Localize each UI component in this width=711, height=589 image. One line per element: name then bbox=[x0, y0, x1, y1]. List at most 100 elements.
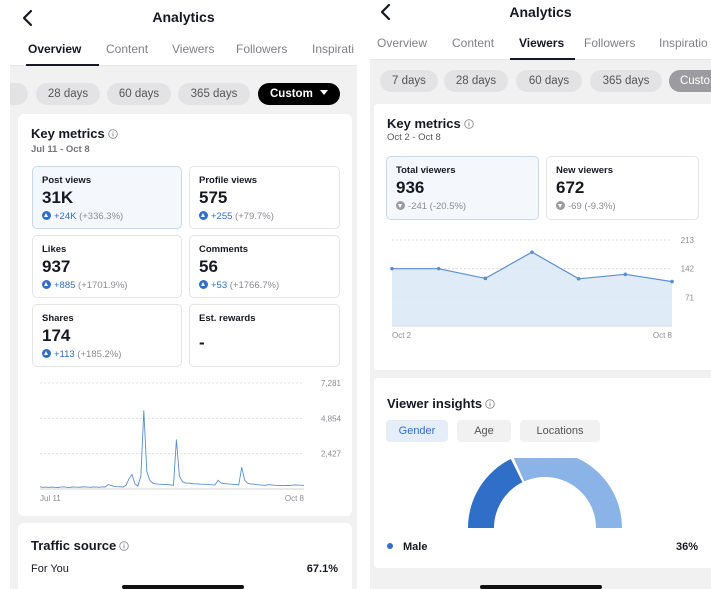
delta-percent: (-20.5%) bbox=[429, 201, 467, 212]
info-icon[interactable] bbox=[107, 129, 118, 139]
viewer-insights-title: Viewer insights bbox=[387, 396, 483, 411]
metric-comments[interactable]: Comments 56 +53 (+1766.7%) bbox=[189, 235, 340, 298]
y-tick-label: 213 bbox=[681, 236, 695, 245]
metric-delta: +53 (+1766.7%) bbox=[199, 280, 279, 291]
metric-value: 672 bbox=[556, 178, 585, 197]
left-screen: Analytics Overview Content Viewers Follo… bbox=[10, 0, 357, 589]
y-tick-label: 2,427 bbox=[321, 450, 342, 459]
info-icon[interactable] bbox=[119, 541, 130, 551]
pill-28-days[interactable]: 28 days bbox=[36, 83, 100, 105]
pill-7-days[interactable]: 7 days bbox=[380, 70, 438, 92]
metric-delta: -69 (-9.3%) bbox=[556, 201, 616, 212]
segment-age[interactable]: Age bbox=[457, 420, 511, 442]
key-metrics-title: Key metrics bbox=[31, 126, 105, 141]
pill-365-days[interactable]: 365 days bbox=[590, 70, 662, 92]
legend-label: Male bbox=[403, 541, 428, 553]
data-point bbox=[670, 279, 674, 284]
tab-overview[interactable]: Overview bbox=[28, 42, 81, 56]
key-metrics-heading: Key metrics bbox=[31, 126, 118, 141]
y-tick-label: 71 bbox=[685, 293, 694, 302]
tab-inspiration[interactable]: Inspirati bbox=[312, 42, 354, 56]
page-title: Analytics bbox=[152, 9, 215, 25]
active-tab-indicator bbox=[510, 58, 575, 60]
info-icon[interactable] bbox=[463, 119, 474, 129]
metric-label: Est. rewards bbox=[199, 313, 256, 324]
caret-down-icon bbox=[320, 90, 328, 95]
left-tab-bar: Overview Content Viewers Followers Inspi… bbox=[10, 36, 357, 66]
data-point bbox=[483, 276, 488, 281]
tab-followers[interactable]: Followers bbox=[584, 36, 635, 50]
metric-value: 174 bbox=[42, 326, 71, 345]
tab-viewers[interactable]: Viewers bbox=[519, 36, 564, 50]
y-tick-label: 142 bbox=[681, 265, 695, 274]
data-point bbox=[623, 272, 628, 277]
viewer-insights-card: Viewer insights Gender Age Locations Mal… bbox=[374, 378, 711, 568]
right-tab-bar: Overview Content Viewers Followers Inspi… bbox=[370, 30, 711, 60]
metric-shares[interactable]: Shares 174 +113 (+185.2%) bbox=[32, 304, 182, 367]
segment-gender[interactable]: Gender bbox=[386, 420, 448, 442]
metric-label: Comments bbox=[199, 244, 249, 255]
metric-new-viewers[interactable]: New viewers 672 -69 (-9.3%) bbox=[546, 156, 699, 220]
viewer-insights-heading: Viewer insights bbox=[387, 396, 495, 411]
viewers-chart: 71 142 213 Oct 2 Oct 8 bbox=[390, 236, 695, 340]
metric-post-views[interactable]: Post views 31K +24K (+336.3%) bbox=[32, 166, 182, 229]
delta-value: -241 bbox=[408, 201, 428, 212]
tab-viewers[interactable]: Viewers bbox=[172, 42, 214, 56]
arrow-up-icon bbox=[199, 211, 208, 220]
metric-value: 56 bbox=[199, 257, 218, 276]
key-metrics-card: Key metrics Oct 2 - Oct 8 Total viewers … bbox=[374, 104, 711, 370]
metric-profile-views[interactable]: Profile views 575 +255 (+79.7%) bbox=[189, 166, 340, 229]
traffic-source-card: Traffic source For You 67.1% bbox=[18, 523, 352, 589]
data-point bbox=[530, 250, 534, 254]
right-screen: Analytics Overview Content Viewers Follo… bbox=[370, 0, 711, 589]
tab-followers[interactable]: Followers bbox=[236, 42, 287, 56]
delta-percent: (+1701.9%) bbox=[78, 280, 128, 291]
metric-value: 937 bbox=[42, 257, 71, 276]
pill-60-days[interactable]: 60 days bbox=[516, 70, 582, 92]
home-indicator bbox=[480, 585, 602, 589]
key-metrics-card: Key metrics Jul 11 - Oct 8 Post views 31… bbox=[18, 114, 352, 516]
tab-content[interactable]: Content bbox=[452, 36, 494, 50]
date-range-label: Oct 2 - Oct 8 bbox=[387, 132, 441, 143]
pill-custom[interactable]: Custom bbox=[258, 83, 340, 105]
metric-est-rewards[interactable]: Est. rewards - bbox=[189, 304, 340, 367]
data-point bbox=[436, 266, 441, 271]
x-tick-label: Oct 8 bbox=[285, 494, 305, 503]
delta-value: +885 bbox=[54, 280, 76, 291]
metric-value: 575 bbox=[199, 188, 228, 207]
tab-overview[interactable]: Overview bbox=[377, 36, 427, 50]
pill-28-days[interactable]: 28 days bbox=[444, 70, 508, 92]
left-topbar: Analytics Overview Content Viewers Follo… bbox=[10, 0, 357, 66]
delta-value: +255 bbox=[211, 211, 233, 222]
series-line bbox=[39, 410, 305, 488]
x-tick-label: Jul 11 bbox=[40, 494, 61, 503]
data-point bbox=[390, 266, 394, 271]
y-tick-label: 7,281 bbox=[321, 379, 342, 388]
tab-inspiration[interactable]: Inspiratio bbox=[659, 36, 708, 50]
pill-60-days[interactable]: 60 days bbox=[107, 83, 171, 105]
pill-365-days[interactable]: 365 days bbox=[178, 83, 250, 105]
left-header: Analytics bbox=[10, 0, 357, 36]
series-area bbox=[392, 252, 672, 326]
delta-value: +113 bbox=[54, 349, 75, 360]
traffic-source-heading: Traffic source bbox=[31, 538, 130, 553]
pill-custom[interactable]: Custo bbox=[669, 70, 711, 92]
segment-locations[interactable]: Locations bbox=[520, 420, 600, 442]
right-date-range-pills: 7 days 28 days 60 days 365 days Custo bbox=[370, 64, 711, 98]
metric-total-viewers[interactable]: Total viewers 936 -241 (-20.5%) bbox=[386, 156, 539, 220]
data-point bbox=[576, 276, 581, 281]
date-range-label: Jul 11 - Oct 8 bbox=[31, 144, 90, 155]
traffic-row-label: For You bbox=[31, 563, 69, 575]
metric-likes[interactable]: Likes 937 +885 (+1701.9%) bbox=[32, 235, 182, 298]
tab-content[interactable]: Content bbox=[106, 42, 148, 56]
arrow-down-icon bbox=[396, 201, 405, 210]
gender-donut-chart bbox=[468, 458, 622, 528]
legend-dot-icon bbox=[387, 543, 393, 549]
x-tick-label: Oct 2 bbox=[392, 331, 412, 340]
info-icon[interactable] bbox=[485, 399, 495, 409]
metric-label: Shares bbox=[42, 313, 74, 324]
pill-7-days[interactable] bbox=[10, 83, 28, 105]
key-metrics-heading: Key metrics bbox=[387, 116, 474, 131]
metric-label: Profile views bbox=[199, 175, 258, 186]
arrow-down-icon bbox=[556, 201, 565, 210]
